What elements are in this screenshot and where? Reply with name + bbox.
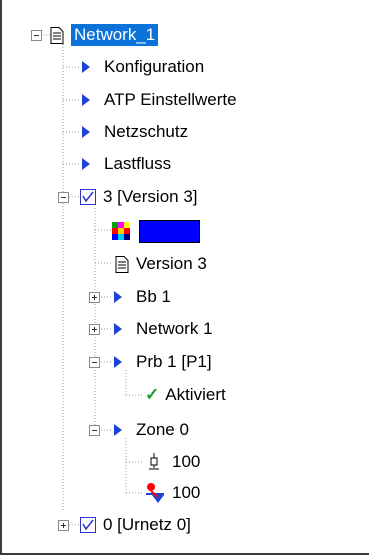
version-icon xyxy=(80,189,96,205)
tree-node-aktiviert[interactable]: ✓ Aktiviert xyxy=(145,382,226,408)
node-arrow-icon xyxy=(82,61,90,73)
tree-node-atp-einstellwerte[interactable]: ATP Einstellwerte xyxy=(82,87,237,113)
relay-symbol-icon xyxy=(149,453,159,470)
tree-node-lastfluss[interactable]: Lastfluss xyxy=(82,151,171,177)
tree-node-label: Aktiviert xyxy=(165,385,226,404)
tree-node-label: Bb 1 xyxy=(136,287,171,306)
bb1-expand-toggle[interactable] xyxy=(89,292,100,303)
tree-node-label: Network 1 xyxy=(136,319,213,338)
node-arrow-icon xyxy=(82,94,90,106)
tree-node-zone-0[interactable]: Zone 0 xyxy=(114,417,189,443)
tree-node-label: Lastfluss xyxy=(104,154,172,173)
urnetz-expand-toggle[interactable] xyxy=(58,520,69,531)
document-icon xyxy=(115,255,129,273)
tree-node-label: Zone 0 xyxy=(136,420,189,439)
network1-expand-toggle[interactable] xyxy=(89,324,100,335)
tree-node-label: Konfiguration xyxy=(104,57,205,76)
tree-node-urnetz-0[interactable]: 0 [Urnetz 0] xyxy=(80,512,191,538)
node-arrow-icon xyxy=(82,126,90,138)
tree-node-label: 0 [Urnetz 0] xyxy=(103,515,191,534)
root-collapse-toggle[interactable] xyxy=(31,30,42,41)
color-palette-icon xyxy=(112,222,130,240)
node-arrow-icon xyxy=(114,424,122,436)
prb1-collapse-toggle[interactable] xyxy=(89,357,100,368)
color-swatch[interactable] xyxy=(139,219,200,243)
node-arrow-icon xyxy=(82,158,90,170)
tree-node-network-1[interactable]: Network 1 xyxy=(114,316,213,342)
tree-node-label: Network_1 xyxy=(71,24,159,46)
tree-node-version-3-document[interactable]: Version 3 xyxy=(115,251,207,277)
tree-node-bb-1[interactable]: Bb 1 xyxy=(114,284,171,310)
zone0-collapse-toggle[interactable] xyxy=(89,425,100,436)
tree-node-label: ATP Einstellwerte xyxy=(104,90,237,109)
version-icon xyxy=(80,517,96,533)
document-icon xyxy=(50,26,64,44)
tree-node-label: 3 [Version 3] xyxy=(103,187,198,206)
version3-collapse-toggle[interactable] xyxy=(58,192,69,203)
tree-node-value-a[interactable]: 100 xyxy=(148,449,200,475)
tree-node-color-item[interactable] xyxy=(112,218,200,244)
tree-node-prb-1[interactable]: Prb 1 [P1] xyxy=(114,349,212,375)
tree-view[interactable]: Network_1 Konfiguration ATP Einstellwert… xyxy=(0,0,369,555)
tree-node-label: 100 xyxy=(172,483,201,502)
node-arrow-icon xyxy=(114,291,122,303)
tree-node-konfiguration[interactable]: Konfiguration xyxy=(82,54,204,80)
tree-node-netzschutz[interactable]: Netzschutz xyxy=(82,119,188,145)
tree-node-label: Version 3 xyxy=(136,254,207,273)
tree-node-value-b[interactable]: 100 xyxy=(144,480,200,506)
node-arrow-icon xyxy=(114,323,122,335)
fault-symbol-icon xyxy=(146,483,164,503)
node-arrow-icon xyxy=(114,356,122,368)
tree-node-label: Prb 1 [P1] xyxy=(136,352,212,371)
checkmark-icon: ✓ xyxy=(145,385,160,404)
tree-node-label: Netzschutz xyxy=(104,122,189,141)
tree-node-network-1-root[interactable]: Network_1 xyxy=(50,22,159,48)
tree-node-label: 100 xyxy=(172,452,201,471)
tree-node-version-3[interactable]: 3 [Version 3] xyxy=(80,184,198,210)
